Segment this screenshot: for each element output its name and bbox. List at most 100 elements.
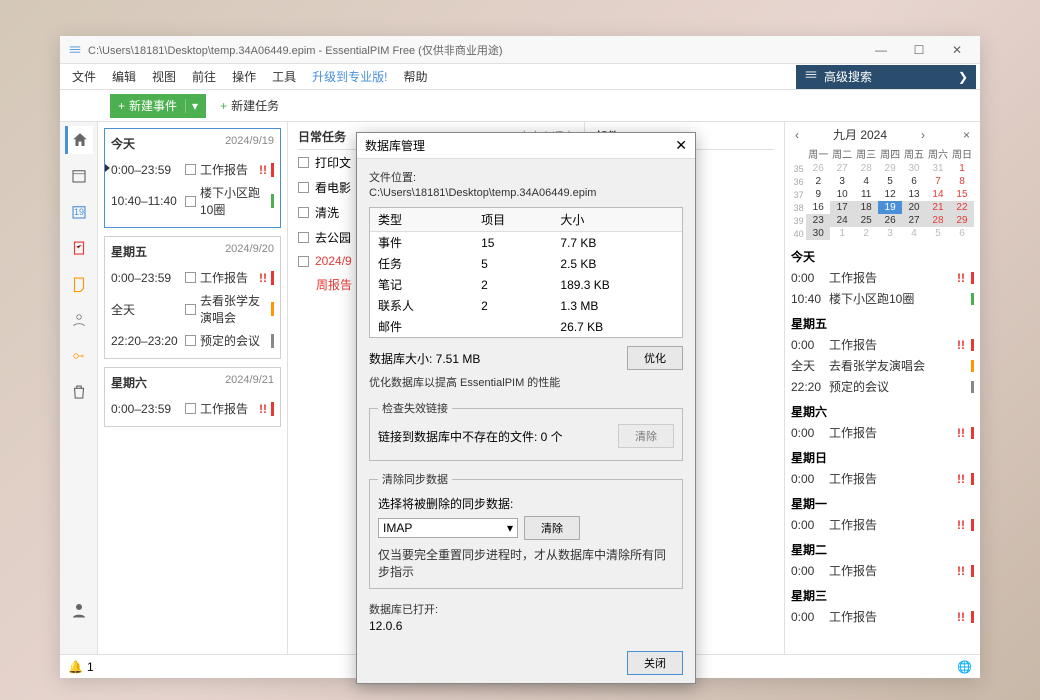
cal-day[interactable]: 28 xyxy=(926,214,950,227)
menu-help[interactable]: 帮助 xyxy=(395,64,435,89)
cal-day[interactable]: 25 xyxy=(854,214,878,227)
mini-calendar[interactable]: 周一周二周三周四周五周六周日35262728293031136234567837… xyxy=(791,145,974,240)
event-row[interactable]: 10:40–11:40 楼下小区跑10圈 xyxy=(111,181,274,221)
agenda-row[interactable]: 10:40 楼下小区跑10圈 xyxy=(791,288,974,309)
cal-day[interactable]: 18 xyxy=(854,201,878,214)
event-row[interactable]: 22:20–23:20 预定的会议 xyxy=(111,329,274,352)
event-checkbox[interactable] xyxy=(185,304,196,315)
cal-day[interactable]: 7 xyxy=(926,175,950,188)
cal-day[interactable]: 1 xyxy=(950,162,974,175)
event-row[interactable]: 0:00–23:59 工作报告 !! xyxy=(111,397,274,420)
sidebar-calendar[interactable] xyxy=(65,162,93,190)
close-button[interactable]: ✕ xyxy=(942,40,972,60)
cal-day[interactable]: 2 xyxy=(806,175,830,188)
cal-day[interactable]: 5 xyxy=(878,175,902,188)
cal-day[interactable]: 28 xyxy=(854,162,878,175)
sidebar-home[interactable] xyxy=(65,126,93,154)
cal-day[interactable]: 30 xyxy=(902,162,926,175)
cal-day[interactable]: 11 xyxy=(854,188,878,201)
search-collapse-icon[interactable]: ❯ xyxy=(958,70,968,84)
cal-day[interactable]: 3 xyxy=(830,175,854,188)
sidebar-contacts[interactable] xyxy=(65,306,93,334)
event-row[interactable]: 全天 去看张学友演唱会 xyxy=(111,289,274,329)
cal-day[interactable]: 10 xyxy=(830,188,854,201)
bell-icon[interactable]: 🔔 xyxy=(68,660,83,674)
event-checkbox[interactable] xyxy=(185,335,196,346)
menu-file[interactable]: 文件 xyxy=(64,64,104,89)
event-checkbox[interactable] xyxy=(185,403,196,414)
optimize-button[interactable]: 优化 xyxy=(627,346,683,370)
cal-day[interactable]: 30 xyxy=(806,227,830,240)
task-checkbox[interactable] xyxy=(298,157,309,168)
new-task-button[interactable]: + 新建任务 xyxy=(214,97,285,114)
minimize-button[interactable]: — xyxy=(866,40,896,60)
menu-upgrade[interactable]: 升级到专业版! xyxy=(304,64,395,89)
cal-day[interactable]: 19 xyxy=(878,201,902,214)
task-checkbox[interactable] xyxy=(298,207,309,218)
menu-tools[interactable]: 工具 xyxy=(264,64,304,89)
cal-day[interactable]: 9 xyxy=(806,188,830,201)
task-checkbox[interactable] xyxy=(298,256,309,267)
event-checkbox[interactable] xyxy=(185,196,196,207)
agenda-row[interactable]: 全天 去看张学友演唱会 xyxy=(791,355,974,376)
event-checkbox[interactable] xyxy=(185,164,196,175)
task-checkbox[interactable] xyxy=(298,182,309,193)
menu-actions[interactable]: 操作 xyxy=(224,64,264,89)
cal-day[interactable]: 1 xyxy=(830,227,854,240)
cal-day[interactable]: 8 xyxy=(950,175,974,188)
cal-day[interactable]: 5 xyxy=(926,227,950,240)
agenda-row[interactable]: 0:00 工作报告 !! xyxy=(791,468,974,489)
cal-day[interactable]: 2 xyxy=(854,227,878,240)
cal-day[interactable]: 15 xyxy=(950,188,974,201)
cal-day[interactable]: 16 xyxy=(806,201,830,214)
cal-day[interactable]: 20 xyxy=(902,201,926,214)
event-row[interactable]: 0:00–23:59 工作报告 !! xyxy=(111,158,274,181)
cal-day[interactable]: 12 xyxy=(878,188,902,201)
chevron-down-icon[interactable]: ▾ xyxy=(185,99,198,113)
cal-day[interactable]: 4 xyxy=(902,227,926,240)
cal-day[interactable]: 17 xyxy=(830,201,854,214)
cal-day[interactable]: 26 xyxy=(806,162,830,175)
menu-go[interactable]: 前往 xyxy=(184,64,224,89)
agenda-row[interactable]: 22:20 预定的会议 xyxy=(791,376,974,397)
sidebar-passwords[interactable] xyxy=(65,342,93,370)
agenda-row[interactable]: 0:00 工作报告 !! xyxy=(791,267,974,288)
cal-prev-icon[interactable]: ‹ xyxy=(791,128,803,142)
cal-day[interactable]: 27 xyxy=(830,162,854,175)
search-bar[interactable]: 高级搜索 ❯ xyxy=(796,65,976,89)
cal-day[interactable]: 3 xyxy=(878,227,902,240)
globe-icon[interactable]: 🌐 xyxy=(957,660,972,674)
maximize-button[interactable]: ☐ xyxy=(904,40,934,60)
dialog-close-icon[interactable]: ✕ xyxy=(675,137,687,154)
clear-sync-button[interactable]: 清除 xyxy=(524,516,580,540)
cal-day[interactable]: 24 xyxy=(830,214,854,227)
sidebar-calendar-19[interactable]: 19 xyxy=(65,198,93,226)
agenda-row[interactable]: 0:00 工作报告 !! xyxy=(791,422,974,443)
cal-day[interactable]: 23 xyxy=(806,214,830,227)
sync-select[interactable]: IMAP▾ xyxy=(378,518,518,538)
agenda-row[interactable]: 0:00 工作报告 !! xyxy=(791,560,974,581)
cal-day[interactable]: 27 xyxy=(902,214,926,227)
cal-day[interactable]: 29 xyxy=(950,214,974,227)
cal-day[interactable]: 13 xyxy=(902,188,926,201)
cal-day[interactable]: 31 xyxy=(926,162,950,175)
cal-day[interactable]: 6 xyxy=(950,227,974,240)
sidebar-tasks[interactable] xyxy=(65,234,93,262)
menu-edit[interactable]: 编辑 xyxy=(104,64,144,89)
cal-day[interactable]: 29 xyxy=(878,162,902,175)
agenda-row[interactable]: 0:00 工作报告 !! xyxy=(791,334,974,355)
cal-day[interactable]: 21 xyxy=(926,201,950,214)
sidebar-notes[interactable] xyxy=(65,270,93,298)
cal-day[interactable]: 6 xyxy=(902,175,926,188)
cal-day[interactable]: 14 xyxy=(926,188,950,201)
event-checkbox[interactable] xyxy=(185,272,196,283)
cal-day[interactable]: 4 xyxy=(854,175,878,188)
cal-next-icon[interactable]: › xyxy=(917,128,929,142)
new-event-button[interactable]: + 新建事件 ▾ xyxy=(110,94,206,118)
cal-close-icon[interactable]: × xyxy=(959,128,974,142)
sidebar-trash[interactable] xyxy=(65,378,93,406)
cal-day[interactable]: 22 xyxy=(950,201,974,214)
event-row[interactable]: 0:00–23:59 工作报告 !! xyxy=(111,266,274,289)
sidebar-user[interactable] xyxy=(65,596,93,624)
task-checkbox[interactable] xyxy=(298,232,309,243)
